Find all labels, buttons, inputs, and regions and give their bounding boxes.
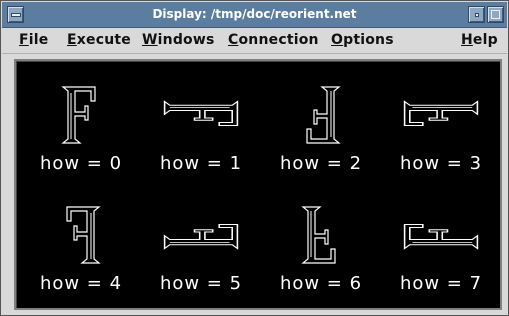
orientation-label: how = 6 bbox=[279, 273, 363, 294]
f-glyph-icon bbox=[163, 224, 239, 250]
f-glyph-icon bbox=[301, 206, 336, 264]
menu-help[interactable]: Help bbox=[461, 32, 498, 48]
orientation-label: how = 3 bbox=[399, 153, 483, 174]
orientation-label: how = 4 bbox=[39, 273, 123, 294]
maximize-button[interactable] bbox=[487, 6, 504, 23]
f-glyph-icon bbox=[403, 224, 479, 250]
orientation-label: how = 0 bbox=[39, 153, 123, 174]
menu-file[interactable]: File bbox=[19, 32, 48, 48]
orientation-label: how = 1 bbox=[159, 153, 243, 174]
menu-bar: File Execute Windows Connection Options … bbox=[2, 28, 507, 54]
menu-connection[interactable]: Connection bbox=[228, 32, 319, 48]
orientation-label: how = 7 bbox=[399, 273, 483, 294]
f-glyph-icon bbox=[306, 86, 341, 144]
title-bar[interactable]: Display: /tmp/doc/reorient.net bbox=[2, 2, 507, 28]
orientation-label: how = 5 bbox=[159, 273, 243, 294]
orientation-cell: how = 6 bbox=[261, 193, 381, 311]
display-canvas[interactable]: how = 0 how = 1 how = 2 how = 3 how = 4 how =… bbox=[14, 59, 502, 310]
display-window: Display: /tmp/doc/reorient.net File Exec… bbox=[0, 0, 509, 316]
orientation-cell: how = 3 bbox=[381, 73, 501, 191]
orientation-label: how = 2 bbox=[279, 153, 363, 174]
orientation-cell: how = 7 bbox=[381, 193, 501, 311]
orientation-cell: how = 1 bbox=[141, 73, 261, 191]
minimize-button[interactable] bbox=[468, 6, 485, 23]
menu-windows[interactable]: Windows bbox=[142, 32, 215, 48]
orientation-cell: how = 0 bbox=[21, 73, 141, 191]
orientation-cell: how = 5 bbox=[141, 193, 261, 311]
orientation-cell: how = 4 bbox=[21, 193, 141, 311]
orientation-cell: how = 2 bbox=[261, 73, 381, 191]
f-glyph-icon bbox=[163, 100, 239, 126]
menu-execute[interactable]: Execute bbox=[67, 32, 131, 48]
f-glyph-icon bbox=[403, 100, 479, 126]
window-title: Display: /tmp/doc/reorient.net bbox=[152, 7, 357, 21]
menu-options[interactable]: Options bbox=[331, 32, 394, 48]
f-glyph-icon bbox=[66, 206, 101, 264]
f-glyph-icon bbox=[61, 86, 96, 144]
